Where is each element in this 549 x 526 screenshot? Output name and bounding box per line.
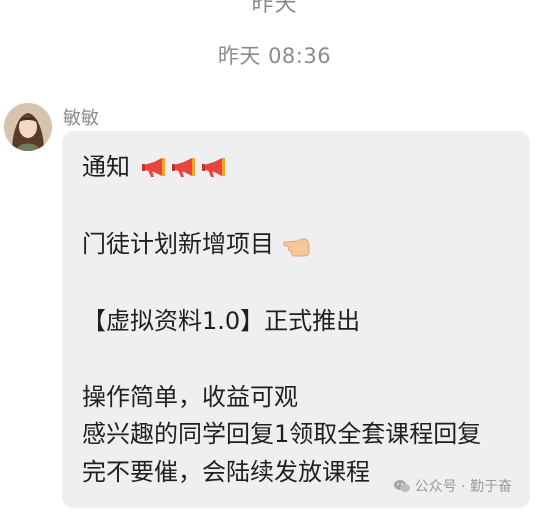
top-cut-label: 昨天 (251, 0, 298, 17)
backhand-index-pointing-left-icon (282, 238, 310, 257)
watermark-label: 公众号 · 勤于奋 (414, 479, 512, 495)
message-line-text: 通知 (82, 153, 130, 181)
sender-name: 敏敏 (63, 108, 99, 129)
message-line-2: 门徒计划新增项目 (82, 229, 312, 259)
wechat-icon (393, 480, 410, 492)
message-line-1: 通知 (82, 152, 228, 182)
megaphone-icon (171, 158, 195, 177)
watermark: 公众号 · 勤于奋 (393, 476, 512, 496)
avatar-image (4, 103, 52, 151)
megaphone-icon (141, 158, 165, 177)
megaphone-emoji-group (140, 156, 228, 180)
avatar[interactable] (4, 103, 52, 151)
message-timestamp: 昨天 08:36 (217, 44, 332, 68)
megaphone-icon (201, 158, 225, 177)
message-bubble[interactable]: 通知 门徒计划新增项目 【虚拟资料1.0】正式推出 操作简单，收益可观 感兴趣的… (62, 131, 530, 508)
message-line-text: 门徒计划新增项目 (82, 230, 274, 258)
message-line-4: 操作简单，收益可观 (82, 383, 298, 411)
message-line-3: 【虚拟资料1.0】正式推出 (82, 307, 361, 335)
message-line-6: 完不要催，会陆续发放课程 (82, 458, 370, 486)
message-line-5: 感兴趣的同学回复1领取全套课程回复 (82, 420, 482, 448)
